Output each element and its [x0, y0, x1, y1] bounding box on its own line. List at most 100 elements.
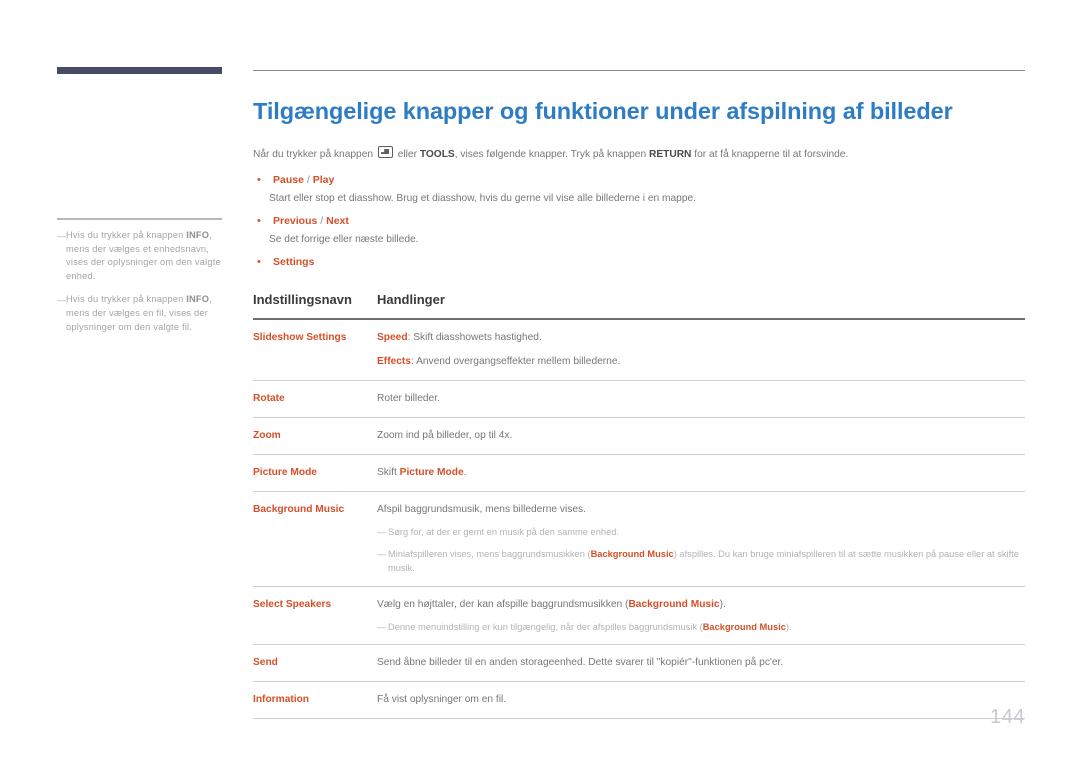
bullet-title-primary: Settings [273, 256, 315, 268]
inline-highlight: Background Music [590, 548, 674, 559]
inline-highlight: Background Music [702, 621, 786, 632]
page-number: 144 [990, 706, 1025, 728]
button-list: • Pause / Play Start eller stop et diassho… [253, 173, 1025, 270]
bullet-title-secondary: Play [312, 174, 335, 186]
bullet-description: Start eller stop et diasshow. Brug et di… [269, 193, 696, 204]
action-text: Få vist oplysninger om en fil. [377, 694, 507, 705]
table-row: Slideshow Settings Speed: Skift diasshowe… [253, 319, 1025, 381]
setting-action-cell: Zoom ind på billeder, op til 4x. [377, 417, 1025, 455]
setting-name: Send [253, 657, 278, 668]
intro-text-part1: Når du trykker på knappen [253, 149, 376, 160]
action-sub-note: ― Sørg for, at der er gemt en musik på de… [377, 525, 1025, 540]
column-header-name: Indstillingsnavn [253, 292, 352, 307]
bullet-title: Previous / Next [273, 214, 349, 229]
return-label: RETURN [648, 149, 692, 160]
bullet-title-primary: Previous [273, 215, 318, 227]
inline-highlight: Picture Mode [399, 467, 464, 478]
action-text: Afspil baggrundsmusik, mens billederne v… [377, 504, 586, 515]
settings-table: Indstillingsnavn Handlinger Slideshow Se… [253, 292, 1025, 719]
sidebar-note-keyword: INFO [186, 294, 210, 305]
main-content: Tilgængelige knapper og funktioner under… [253, 96, 1025, 719]
table-row: Information Få vist oplysninger om en fil… [253, 681, 1025, 719]
sidebar-note: ― Hvis du trykker på knappen INFO, mens d… [57, 229, 229, 283]
setting-name-cell: Send [253, 644, 377, 682]
bullet-dot-icon: • [257, 174, 261, 186]
setting-action-cell: Få vist oplysninger om en fil. [377, 681, 1025, 719]
table-header-row: Indstillingsnavn Handlinger [253, 292, 1025, 319]
setting-action-cell: Skift Picture Mode. [377, 454, 1025, 492]
action-text: Roter billeder. [377, 393, 440, 404]
bullet-title-separator: / [317, 215, 327, 227]
action-text: Zoom ind på billeder, op til 4x. [377, 430, 513, 441]
bullet-title-secondary: Next [326, 215, 349, 227]
setting-name: Information [253, 694, 310, 705]
action-sub-note-text: Miniafspilleren vises, mens baggrundsmus… [388, 548, 1019, 574]
action-text: Skift Picture Mode. [377, 467, 467, 478]
bullet-title: Settings [273, 255, 314, 270]
sidebar-note-text: Hvis du trykker på knappen INFO, mens de… [66, 294, 212, 332]
bullet-dot-icon: • [257, 215, 261, 227]
setting-name: Picture Mode [253, 467, 317, 478]
tools-label: TOOLS [419, 149, 455, 160]
intro-text-part3: , vises følgende knapper. Tryk på knappe… [454, 149, 649, 160]
table-row: Rotate Roter billeder. [253, 380, 1025, 418]
table-row: Send Send åbne billeder til en anden stor… [253, 644, 1025, 682]
setting-name: Select Speakers [253, 598, 332, 610]
note-dash-icon: ― [377, 621, 386, 632]
note-dash-icon: ― [57, 231, 66, 241]
sidebar-note-text: Hvis du trykker på knappen INFO, mens de… [66, 230, 221, 281]
inline-highlight: Speed [377, 332, 408, 343]
bullet-title: Pause / Play [273, 173, 334, 188]
sidebar-note: ― Hvis du trykker på knappen INFO, mens d… [57, 293, 229, 334]
header-accent-bar [57, 67, 222, 74]
bullet-title-primary: Pause [273, 174, 304, 186]
bullet-description: Se det forrige eller næste billede. [269, 234, 419, 245]
setting-action-cell: Vælg en højttaler, der kan afspille bagg… [377, 586, 1025, 645]
bullet-title-separator: / [303, 174, 313, 186]
bullet-item: • Settings [253, 255, 1025, 270]
note-dash-icon: ― [377, 548, 386, 559]
table-row: Picture Mode Skift Picture Mode. [253, 454, 1025, 492]
setting-name-cell: Zoom [253, 417, 377, 455]
setting-name: Rotate [253, 393, 285, 404]
bullet-item: • Previous / Next Se det forrige eller næs… [253, 214, 1025, 247]
action-text: Vælg en højttaler, der kan afspille bagg… [377, 598, 726, 610]
sidebar-note-keyword: INFO [186, 230, 210, 240]
page-title: Tilgængelige knapper og funktioner under… [253, 98, 953, 124]
enter-key-icon [377, 146, 393, 158]
sidebar-notes: ― Hvis du trykker på knappen INFO, mens d… [57, 218, 229, 344]
column-header-action: Handlinger [377, 292, 445, 307]
setting-name-cell: Background Music [253, 491, 377, 587]
inline-highlight: Background Music [628, 598, 720, 610]
action-sub-note: ― Denne menuindstilling er kun tilgængeli… [377, 620, 1025, 635]
note-dash-icon: ― [377, 527, 386, 537]
action-text: Send åbne billeder til en anden storagee… [377, 657, 784, 668]
note-dash-icon: ― [57, 295, 66, 306]
intro-text-part4: for at få knapperne til at forsvinde. [691, 149, 849, 160]
intro-paragraph: Når du trykker på knappen eller TOOLS, v… [253, 146, 1025, 162]
setting-action-cell: Afspil baggrundsmusik, mens billederne v… [377, 491, 1025, 587]
setting-name: Background Music [253, 504, 345, 515]
table-row: Background Music Afspil baggrundsmusik, m… [253, 491, 1025, 587]
setting-action-cell: Roter billeder. [377, 380, 1025, 418]
inline-highlight: Effects [377, 356, 411, 367]
setting-name-cell: Picture Mode [253, 454, 377, 492]
sidebar-divider [57, 218, 222, 220]
setting-action-cell: Speed: Skift diasshowets hastighed. Effec… [377, 319, 1025, 381]
setting-name: Slideshow Settings [253, 332, 347, 343]
action-text: Speed: Skift diasshowets hastighed. [377, 332, 542, 343]
header-rule [253, 70, 1025, 71]
bullet-item: • Pause / Play Start eller stop et diassho… [253, 173, 1025, 206]
table-row: Select Speakers Vælg en højttaler, der ka… [253, 586, 1025, 645]
setting-action-cell: Send åbne billeder til en anden storagee… [377, 644, 1025, 682]
bullet-dot-icon: • [257, 256, 261, 268]
setting-name-cell: Select Speakers [253, 586, 377, 645]
action-sub-note-text: Sørg for, at der er gemt en musik på den… [388, 527, 619, 537]
setting-name-cell: Rotate [253, 380, 377, 418]
intro-text-part2: eller [394, 149, 420, 160]
setting-name-cell: Slideshow Settings [253, 319, 377, 381]
setting-name: Zoom [253, 430, 281, 441]
table-row: Zoom Zoom ind på billeder, op til 4x. [253, 417, 1025, 455]
action-sub-note: ― Miniafspilleren vises, mens baggrundsmu… [377, 547, 1025, 576]
action-text: Effects: Anvend overgangseffekter mellem… [377, 356, 621, 367]
